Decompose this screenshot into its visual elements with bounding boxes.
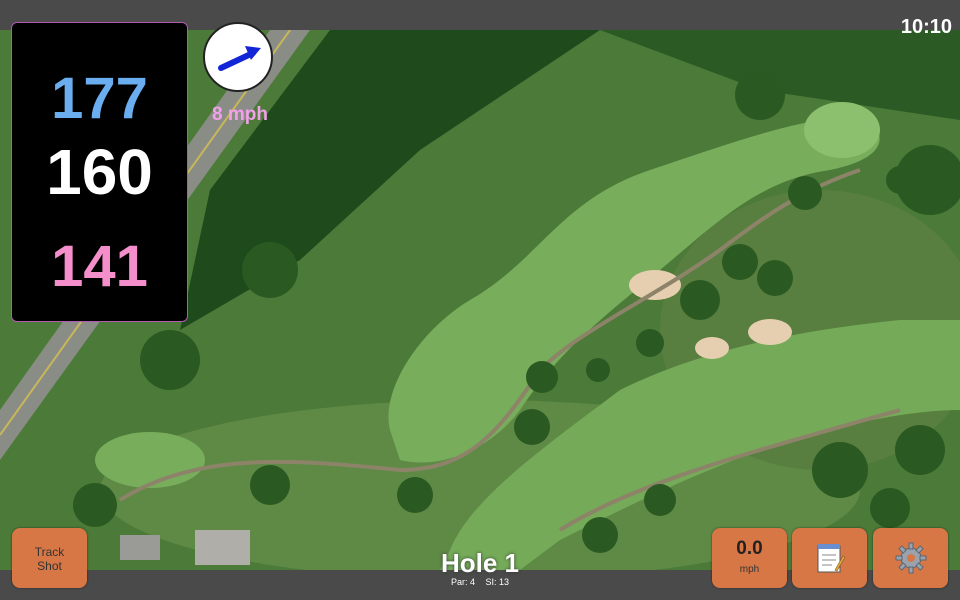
- speed-unit: mph: [739, 564, 760, 575]
- hole-title: Hole 1: [440, 548, 520, 578]
- track-shot-label-line2: Shot: [37, 559, 62, 573]
- par-label: Par: 4: [450, 577, 475, 587]
- yardage-panel: 177 160 141: [11, 22, 188, 322]
- notes-button[interactable]: [792, 528, 867, 588]
- track-shot-button[interactable]: Track Shot: [12, 528, 87, 588]
- clock: 10:10: [900, 16, 952, 38]
- track-shot-label-line1: Track: [34, 545, 65, 559]
- back-of-green-distance: 177: [51, 66, 148, 131]
- settings-button[interactable]: [873, 528, 948, 588]
- wind-arrow-icon: [218, 46, 261, 71]
- middle-of-green-distance: 160: [46, 136, 153, 208]
- wind-direction-dial: [203, 22, 273, 92]
- speed-button[interactable]: 0.0 mph: [712, 528, 787, 588]
- wind-speed-label: 8 mph: [212, 104, 268, 125]
- hole-info: Par: 4 SI: 13: [380, 577, 580, 587]
- notepad-icon: [817, 544, 845, 573]
- gear-icon: [895, 542, 926, 574]
- stroke-index-label: SI: 13: [485, 577, 510, 587]
- speed-value: 0.0: [736, 538, 763, 559]
- front-of-green-distance: 141: [51, 234, 148, 299]
